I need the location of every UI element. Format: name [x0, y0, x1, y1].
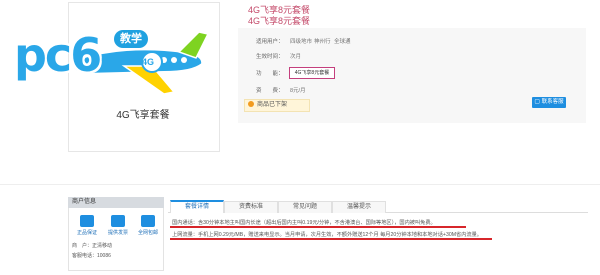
invoice-icon	[111, 215, 125, 227]
merchant-phone: 客服电话：10086	[72, 253, 111, 259]
detail-line-data: 上网流量：手机上网0.29元/MB，赠送来电显示。当月申请，次月生效，不额外赠送…	[172, 232, 482, 238]
tab-tips[interactable]: 温馨提示	[332, 201, 386, 213]
soldout-notice: 商品已下架	[244, 99, 310, 112]
highlight-underline-2	[170, 238, 492, 240]
merchant-header: 商户信息	[68, 197, 164, 208]
contact-support-label: 联系客服	[541, 99, 564, 105]
logo-text: pc6	[14, 28, 102, 82]
tab-faq[interactable]: 常见问题	[278, 201, 332, 213]
genuine-guarantee-icon	[80, 215, 94, 227]
merchant-name: 商 户：正清移动	[72, 243, 113, 249]
info-value-effective: 次月	[290, 54, 302, 60]
info-label-price: 资 费：	[256, 88, 284, 94]
logo-badge: 教学	[114, 30, 148, 48]
chat-icon: ▢	[534, 99, 541, 105]
free-shipping-icon	[141, 215, 155, 227]
detail-line-voice: 国内通话：含30分钟本地主叫国内长途（超出后国内主叫0.19元/分钟，不含港澳台…	[172, 220, 436, 226]
product-image-caption: 4G飞享套餐	[116, 110, 170, 121]
service-invoice: 提供发票	[107, 230, 128, 236]
highlight-underline-1	[170, 226, 466, 228]
info-value-users-3: 全球通	[334, 39, 351, 45]
product-subtitle: 4G飞享8元套餐	[248, 16, 311, 26]
info-label-feature: 功 能：	[256, 71, 284, 77]
contact-support-button[interactable]: ▢ 联系客服	[532, 97, 566, 108]
info-label-effective: 生效时间：	[256, 54, 284, 60]
feature-tag[interactable]: 4G飞享8元套餐	[289, 67, 335, 79]
pc6-logo: 4G pc6 教学	[14, 22, 214, 94]
tab-fee-standard[interactable]: 资费标准	[224, 201, 278, 213]
service-shipping: 全网包邮	[137, 230, 158, 236]
info-label-users: 适用用户：	[256, 39, 284, 45]
info-value-users-1: 四级地市	[290, 39, 313, 45]
soldout-text: 商品已下架	[257, 102, 288, 108]
warning-icon	[248, 101, 254, 107]
logo-4g-label: 4G	[142, 57, 155, 67]
tab-package-details[interactable]: 套餐详情	[170, 200, 224, 213]
section-divider	[0, 184, 600, 185]
info-value-price: 8元/月	[290, 88, 306, 94]
service-genuine: 正品保证	[76, 230, 97, 236]
info-value-users-2: 神州行	[314, 39, 331, 45]
